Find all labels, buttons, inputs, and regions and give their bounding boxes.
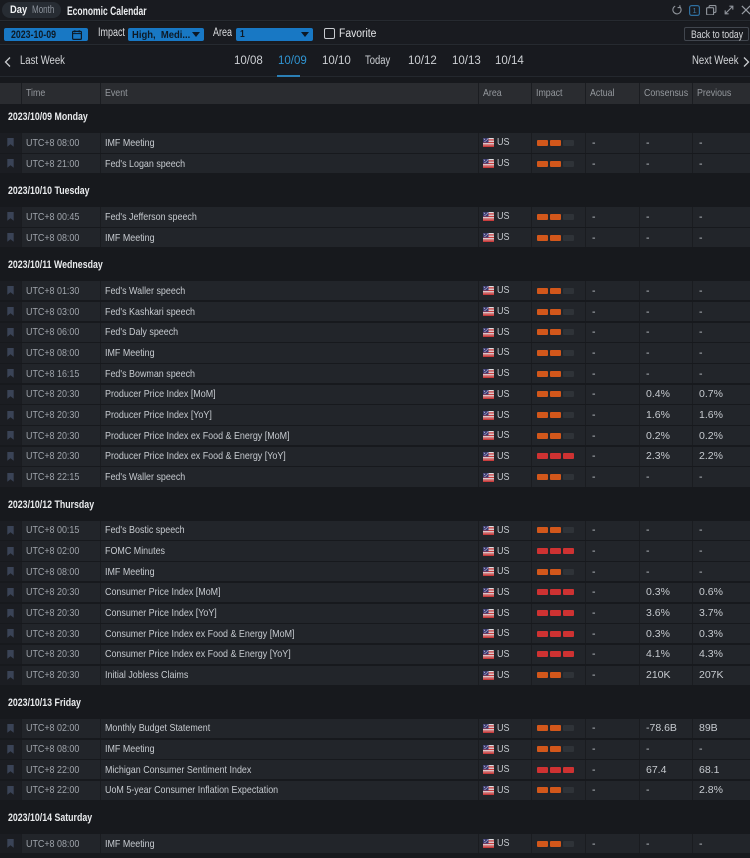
svg-text:1: 1 [692, 6, 696, 15]
